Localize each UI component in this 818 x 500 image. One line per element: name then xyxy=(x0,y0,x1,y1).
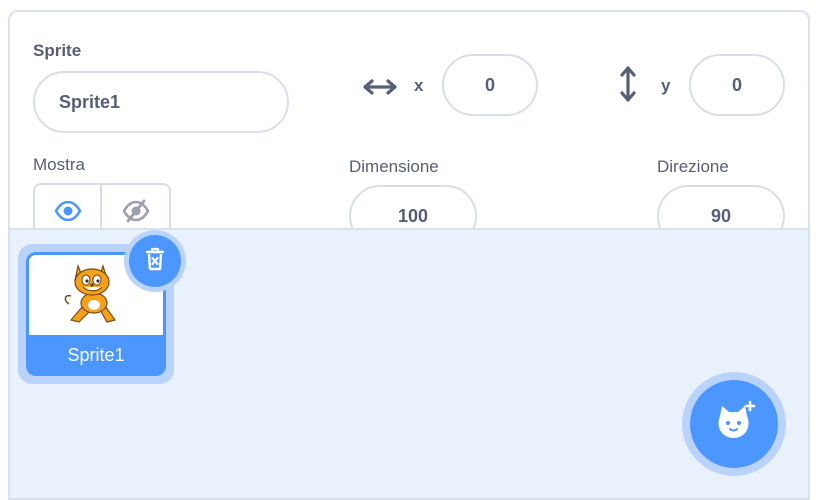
vertical-arrows-icon xyxy=(618,66,638,107)
sprite-info-panel: Sprite Sprite1 x 0 y 0 Mostra Dimensione… xyxy=(10,12,808,230)
eye-slash-icon xyxy=(122,199,150,228)
direction-input[interactable]: 90 xyxy=(657,185,785,228)
hide-button[interactable] xyxy=(102,185,169,228)
sprite-name-input[interactable]: Sprite1 xyxy=(33,71,289,133)
x-label: x xyxy=(414,76,424,95)
eye-icon xyxy=(54,200,82,226)
size-input[interactable]: 100 xyxy=(349,185,477,228)
visibility-toggle xyxy=(33,183,171,228)
delete-sprite-button[interactable] xyxy=(124,230,186,292)
add-sprite-button[interactable] xyxy=(682,372,786,476)
x-input[interactable]: 0 xyxy=(442,54,538,116)
add-sprite-cat-icon xyxy=(712,400,756,449)
y-input[interactable]: 0 xyxy=(689,54,785,116)
y-label: y xyxy=(661,76,671,95)
horizontal-arrows-icon xyxy=(363,77,397,102)
size-label: Dimensione xyxy=(349,157,439,176)
sprite-tile-name: Sprite1 xyxy=(67,345,125,365)
sprite-label: Sprite xyxy=(33,41,82,60)
show-button[interactable] xyxy=(35,185,103,228)
trash-icon xyxy=(144,246,166,277)
sprite-pane: Sprite Sprite1 x 0 y 0 Mostra Dimensione… xyxy=(8,10,810,500)
cat-sprite-icon xyxy=(64,263,117,323)
show-label: Mostra xyxy=(33,155,85,174)
direction-label: Direzione xyxy=(657,157,729,176)
